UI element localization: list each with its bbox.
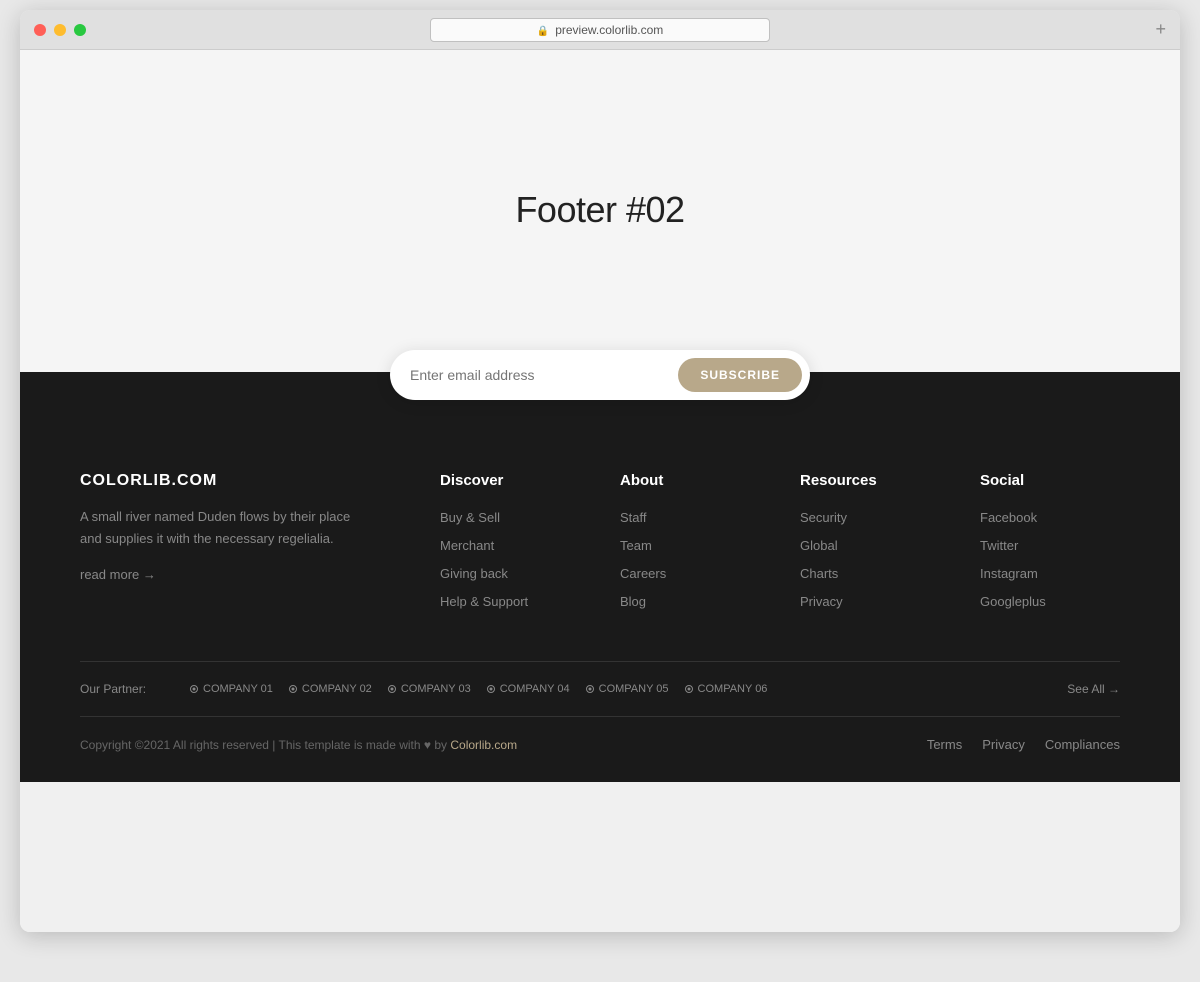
staff-link[interactable]: Staff [620, 510, 647, 525]
terms-link[interactable]: Terms [927, 737, 962, 752]
page-content: Footer #02 SUBSCRIBE COLORLIB.COM A smal… [20, 50, 1180, 932]
partners-list: COMPANY 01 COMPANY 02 COMPANY 03 COMPANY… [190, 683, 1047, 695]
charts-link[interactable]: Charts [800, 566, 838, 581]
instagram-link[interactable]: Instagram [980, 566, 1038, 581]
legal-links: Terms Privacy Compliances [927, 737, 1120, 752]
partner-name: COMPANY 05 [599, 683, 669, 695]
footer-resources-column: Resources Security Global Charts Privacy [800, 472, 940, 621]
list-item: Buy & Sell [440, 509, 580, 527]
page-title: Footer #02 [515, 189, 684, 231]
about-title: About [620, 472, 760, 489]
list-item: Careers [620, 565, 760, 583]
googleplus-link[interactable]: Googleplus [980, 594, 1046, 609]
partner-item[interactable]: COMPANY 06 [685, 683, 768, 695]
copyright-text: Copyright ©2021 All rights reserved | Th… [80, 738, 517, 752]
colorlib-link[interactable]: Colorlib.com [450, 738, 517, 752]
footer-main: COLORLIB.COM A small river named Duden f… [80, 432, 1120, 661]
list-item: Blog [620, 593, 760, 611]
partner-dot-icon [190, 685, 198, 693]
lock-icon [537, 23, 549, 37]
partner-item[interactable]: COMPANY 05 [586, 683, 669, 695]
footer-bottom: Copyright ©2021 All rights reserved | Th… [80, 716, 1120, 782]
list-item: Instagram [980, 565, 1120, 583]
partner-name: COMPANY 02 [302, 683, 372, 695]
social-links: Facebook Twitter Instagram Googleplus [980, 509, 1120, 611]
buy-sell-link[interactable]: Buy & Sell [440, 510, 500, 525]
partner-item[interactable]: COMPANY 01 [190, 683, 273, 695]
list-item: Merchant [440, 537, 580, 555]
see-all-link[interactable]: See All → [1067, 682, 1120, 696]
subscribe-button[interactable]: SUBSCRIBE [678, 358, 802, 392]
footer-about-column: About Staff Team Careers Blog [620, 472, 760, 621]
url-text: preview.colorlib.com [555, 23, 663, 37]
list-item: Googleplus [980, 593, 1120, 611]
blog-link[interactable]: Blog [620, 594, 646, 609]
footer-social-column: Social Facebook Twitter Instagram Google… [980, 472, 1120, 621]
list-item: Charts [800, 565, 940, 583]
partner-dot-icon [685, 685, 693, 693]
resources-title: Resources [800, 472, 940, 489]
list-item: Help & Support [440, 593, 580, 611]
list-item: Facebook [980, 509, 1120, 527]
help-support-link[interactable]: Help & Support [440, 594, 528, 609]
partner-item[interactable]: COMPANY 03 [388, 683, 471, 695]
partner-name: COMPANY 03 [401, 683, 471, 695]
partner-name: COMPANY 06 [698, 683, 768, 695]
subscribe-form: SUBSCRIBE [390, 350, 810, 400]
facebook-link[interactable]: Facebook [980, 510, 1037, 525]
below-footer [20, 782, 1180, 932]
list-item: Global [800, 537, 940, 555]
giving-back-link[interactable]: Giving back [440, 566, 508, 581]
brand-name: COLORLIB.COM [80, 472, 360, 490]
read-more-link[interactable]: read more → [80, 567, 156, 582]
list-item: Giving back [440, 565, 580, 583]
minimize-button[interactable] [54, 24, 66, 36]
team-link[interactable]: Team [620, 538, 652, 553]
social-title: Social [980, 472, 1120, 489]
new-tab-button[interactable]: + [1155, 19, 1166, 40]
list-item: Staff [620, 509, 760, 527]
partner-dot-icon [487, 685, 495, 693]
partners-label: Our Partner: [80, 682, 170, 696]
browser-toolbar: preview.colorlib.com + [20, 10, 1180, 50]
about-links: Staff Team Careers Blog [620, 509, 760, 611]
list-item: Privacy [800, 593, 940, 611]
security-link[interactable]: Security [800, 510, 847, 525]
merchant-link[interactable]: Merchant [440, 538, 494, 553]
partner-name: COMPANY 04 [500, 683, 570, 695]
partner-dot-icon [586, 685, 594, 693]
hero-section: Footer #02 [20, 50, 1180, 350]
discover-links: Buy & Sell Merchant Giving back Help & S… [440, 509, 580, 611]
careers-link[interactable]: Careers [620, 566, 666, 581]
partner-dot-icon [289, 685, 297, 693]
list-item: Twitter [980, 537, 1120, 555]
global-link[interactable]: Global [800, 538, 838, 553]
partner-item[interactable]: COMPANY 04 [487, 683, 570, 695]
privacy-bottom-link[interactable]: Privacy [982, 737, 1025, 752]
address-bar[interactable]: preview.colorlib.com [430, 18, 770, 42]
copyright-static: Copyright ©2021 All rights reserved | Th… [80, 738, 447, 752]
footer: COLORLIB.COM A small river named Duden f… [20, 372, 1180, 782]
list-item: Security [800, 509, 940, 527]
browser-window: preview.colorlib.com + Footer #02 SUBSCR… [20, 10, 1180, 932]
partners-bar: Our Partner: COMPANY 01 COMPANY 02 COMPA… [80, 661, 1120, 716]
resources-links: Security Global Charts Privacy [800, 509, 940, 611]
list-item: Team [620, 537, 760, 555]
partner-dot-icon [388, 685, 396, 693]
close-button[interactable] [34, 24, 46, 36]
subscribe-wrapper: SUBSCRIBE [20, 350, 1180, 400]
partner-item[interactable]: COMPANY 02 [289, 683, 372, 695]
twitter-link[interactable]: Twitter [980, 538, 1018, 553]
compliances-link[interactable]: Compliances [1045, 737, 1120, 752]
discover-title: Discover [440, 472, 580, 489]
email-input[interactable] [410, 367, 678, 383]
partner-name: COMPANY 01 [203, 683, 273, 695]
footer-brand-column: COLORLIB.COM A small river named Duden f… [80, 472, 400, 621]
brand-description: A small river named Duden flows by their… [80, 506, 360, 550]
footer-discover-column: Discover Buy & Sell Merchant Giving back… [440, 472, 580, 621]
privacy-link[interactable]: Privacy [800, 594, 843, 609]
maximize-button[interactable] [74, 24, 86, 36]
